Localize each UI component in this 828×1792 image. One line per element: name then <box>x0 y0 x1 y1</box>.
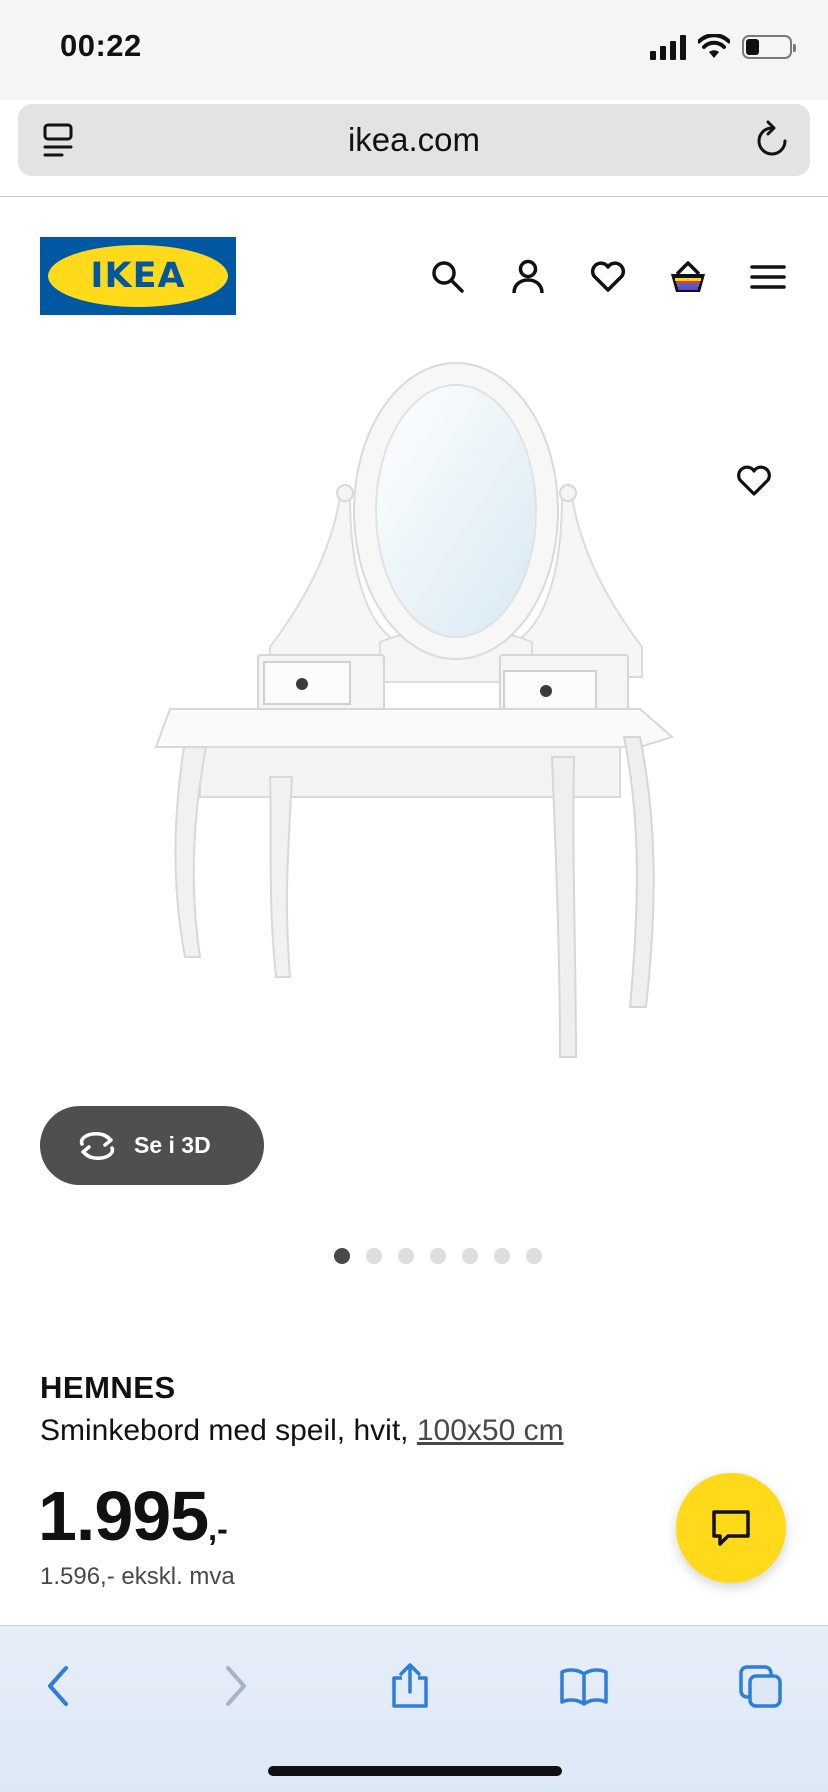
account-icon <box>512 259 544 294</box>
carousel-dot[interactable] <box>366 1248 382 1264</box>
favourites-button[interactable] <box>568 257 648 297</box>
product-image[interactable]: Se i 3D <box>0 337 828 1217</box>
dressing-table-image <box>154 362 675 1058</box>
carousel-dot[interactable] <box>398 1248 414 1264</box>
logo-oval: IKEA <box>48 245 228 307</box>
heart-icon <box>737 465 771 496</box>
battery-level <box>746 39 759 55</box>
price-suffix: ,- <box>208 1511 228 1547</box>
product-description-text: Sminkebord med speil, hvit, <box>40 1414 417 1447</box>
carousel-dot[interactable] <box>462 1248 478 1264</box>
back-icon <box>48 1666 68 1706</box>
forward-button[interactable] <box>206 1656 266 1716</box>
carousel-dot[interactable] <box>494 1248 510 1264</box>
account-button[interactable] <box>488 257 568 297</box>
product-info: HEMNES Sminkebord med speil, hvit, 100x5… <box>40 1370 740 1448</box>
image-carousel-dots <box>0 1248 828 1264</box>
ikea-logo[interactable]: IKEA <box>40 237 236 315</box>
menu-button[interactable] <box>728 257 808 297</box>
address-bar[interactable]: ikea.com <box>18 104 810 176</box>
chat-button[interactable] <box>676 1473 786 1583</box>
menu-icon <box>750 265 786 289</box>
cart-button[interactable] <box>648 257 728 297</box>
bookmarks-icon <box>560 1668 608 1706</box>
status-icons <box>650 34 796 60</box>
browser-toolbar <box>0 1625 828 1792</box>
view-in-3d-button[interactable]: Se i 3D <box>40 1106 264 1185</box>
product-description: Sminkebord med speil, hvit, 100x50 cm <box>40 1414 740 1448</box>
search-button[interactable] <box>408 257 488 297</box>
battery-icon <box>742 35 796 59</box>
header-icons <box>408 257 808 297</box>
product-price: 1.995 ,- <box>38 1476 228 1556</box>
rotate-3d-icon <box>79 1131 115 1160</box>
share-icon <box>392 1663 428 1708</box>
home-indicator <box>268 1766 562 1776</box>
product-size-link[interactable]: 100x50 cm <box>417 1414 564 1447</box>
favourites-icon <box>590 261 626 292</box>
logo-text: IKEA <box>90 256 186 296</box>
view-in-3d-label: Se i 3D <box>134 1132 211 1158</box>
carousel-dot[interactable] <box>526 1248 542 1264</box>
price-excl-vat: 1.596,- ekskl. mva <box>40 1563 235 1590</box>
wifi-icon <box>698 34 730 58</box>
reload-icon[interactable] <box>754 120 790 160</box>
chat-icon <box>712 1510 750 1546</box>
bookmarks-button[interactable] <box>554 1656 614 1716</box>
add-to-favourites-button[interactable] <box>730 457 778 505</box>
share-button[interactable] <box>380 1656 440 1716</box>
forward-icon <box>226 1666 246 1706</box>
cart-icon <box>671 261 705 292</box>
tabs-button[interactable] <box>730 1656 790 1716</box>
carousel-dot[interactable] <box>430 1248 446 1264</box>
url-text[interactable]: ikea.com <box>348 121 480 159</box>
status-time: 00:22 <box>60 28 142 63</box>
cellular-signal-icon <box>650 34 686 60</box>
site-header: IKEA <box>0 197 828 337</box>
status-bar: 00:22 <box>0 0 828 100</box>
search-icon <box>432 261 464 293</box>
carousel-dot[interactable] <box>334 1248 350 1264</box>
price-amount: 1.995 <box>38 1477 209 1555</box>
tabs-icon <box>739 1665 782 1708</box>
product-name: HEMNES <box>40 1370 176 1405</box>
back-button[interactable] <box>28 1656 88 1716</box>
reader-icon[interactable] <box>42 122 74 158</box>
